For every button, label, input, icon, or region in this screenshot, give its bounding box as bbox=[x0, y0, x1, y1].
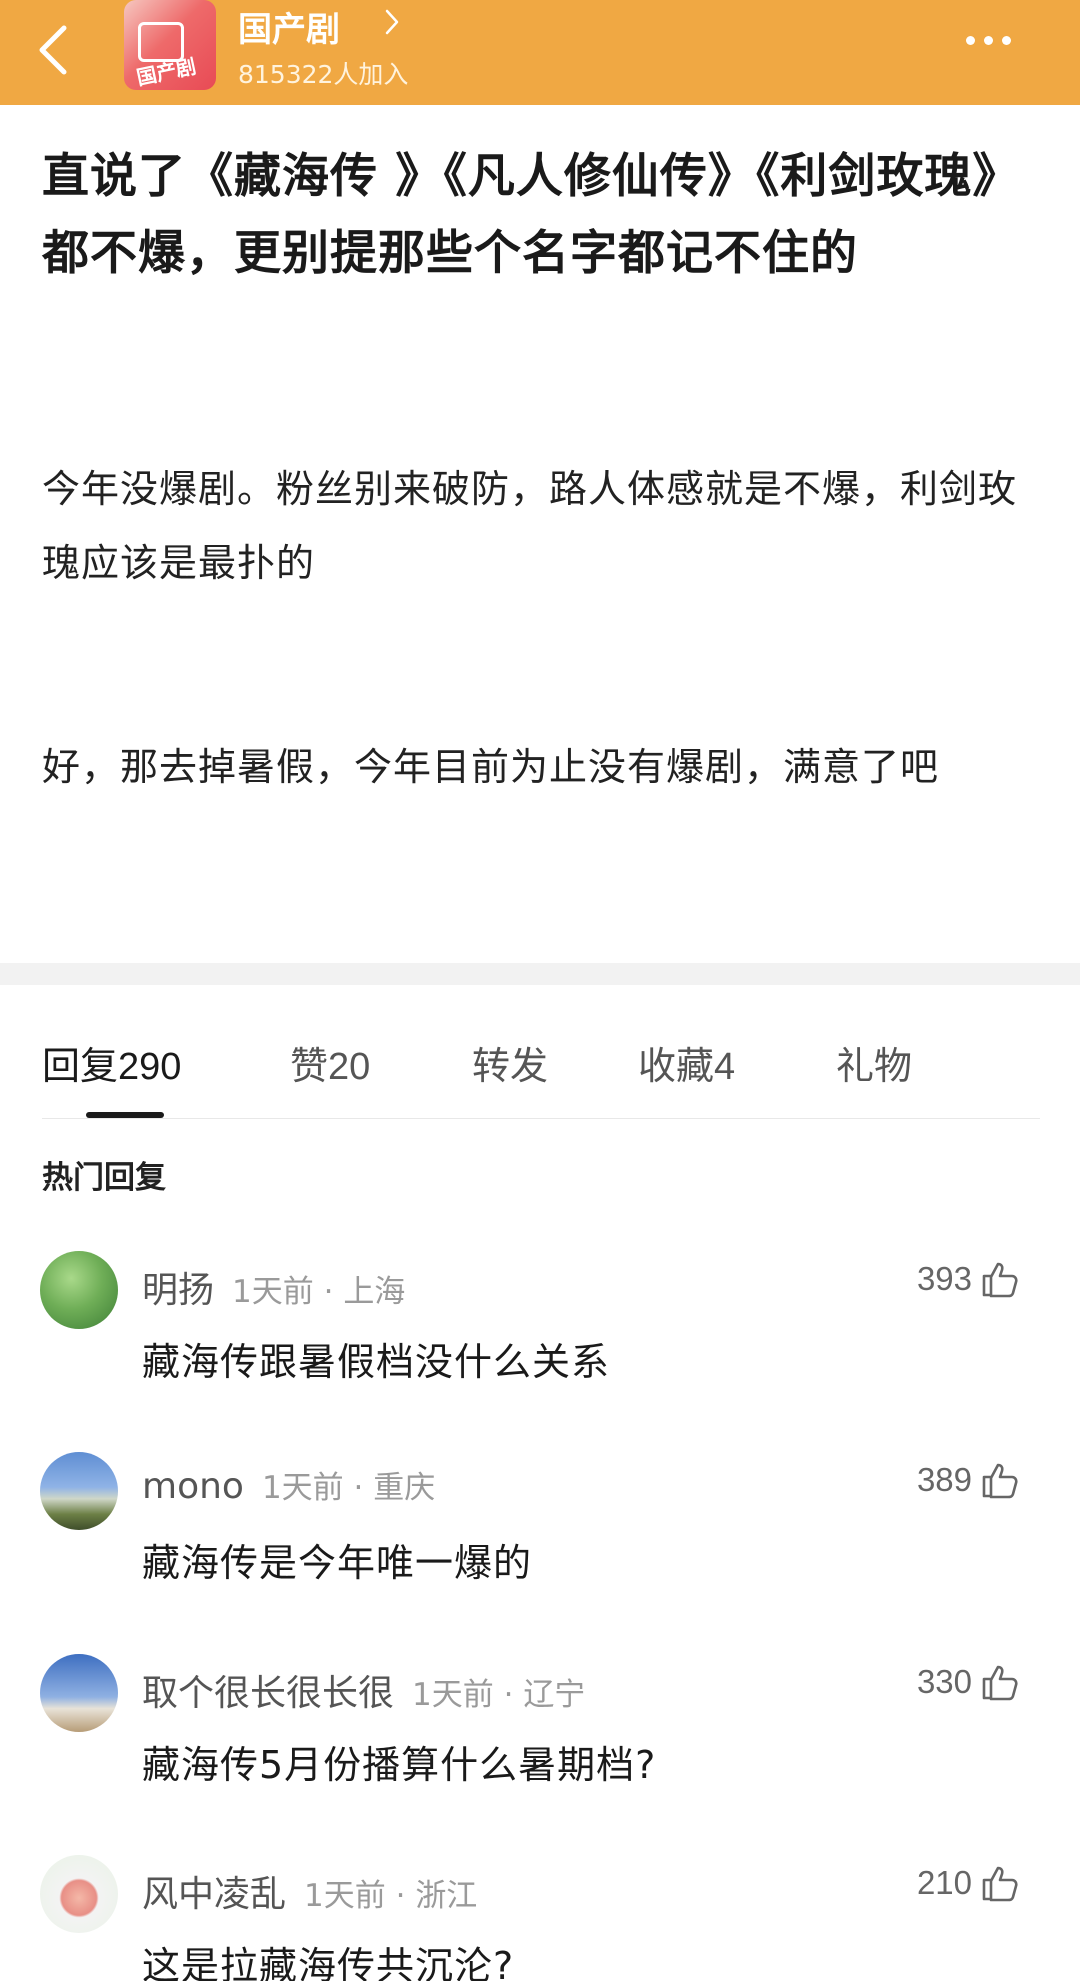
post-title: 直说了《藏海传 》《凡人修仙传》《利剑玫瑰》都不爆，更别提那些个名字都记不住的 bbox=[42, 149, 1021, 281]
like-button[interactable]: 210 bbox=[917, 1863, 1020, 1903]
like-count: 389 bbox=[916, 1461, 972, 1498]
like-count: 393 bbox=[916, 1260, 972, 1297]
like-count: 330 bbox=[916, 1663, 972, 1700]
comment-location: 上海 bbox=[343, 1274, 406, 1310]
tab-replies[interactable]: 回复290 bbox=[42, 1035, 181, 1090]
more-dot bbox=[1002, 36, 1011, 45]
tab-likes[interactable]: 赞20 bbox=[290, 1035, 370, 1090]
more-dot bbox=[984, 36, 993, 45]
comment-time: 1天前 bbox=[232, 1274, 314, 1310]
like-button[interactable]: 330 bbox=[917, 1662, 1020, 1702]
comment-time: 1天前 bbox=[412, 1677, 494, 1713]
tab-label: 赞 bbox=[290, 1044, 329, 1088]
avatar[interactable] bbox=[40, 1251, 118, 1329]
comment-time: 1天前 bbox=[261, 1470, 344, 1506]
thumbs-up-icon bbox=[982, 1463, 1018, 1499]
comment-author[interactable]: 风中凌乱 1天前 · 浙江 bbox=[142, 1865, 477, 1917]
comment-time: 1天前 bbox=[304, 1878, 386, 1914]
tab-label: 回复 bbox=[42, 1044, 119, 1088]
tab-count: 20 bbox=[328, 1046, 371, 1088]
author-name: mono bbox=[142, 1466, 244, 1507]
avatar[interactable] bbox=[40, 1855, 118, 1933]
section-divider bbox=[0, 963, 1080, 985]
avatar[interactable] bbox=[40, 1452, 118, 1530]
comment-item[interactable]: 明扬 1天前 · 上海 藏海传跟暑假档没什么关系 393 bbox=[0, 1251, 1080, 1411]
author-name: 取个很长很长很 bbox=[142, 1673, 395, 1714]
group-name[interactable]: 国产剧 bbox=[238, 2, 340, 51]
tab-favorites[interactable]: 收藏4 bbox=[638, 1035, 735, 1090]
thumbs-up-icon bbox=[982, 1665, 1018, 1701]
author-name: 风中凌乱 bbox=[142, 1874, 287, 1915]
comment-author[interactable]: 明扬 1天前 · 上海 bbox=[142, 1261, 405, 1313]
like-count: 210 bbox=[916, 1864, 972, 1901]
tabs-divider bbox=[42, 1118, 1040, 1119]
post-paragraph: 今年没爆剧。粉丝别来破防，路人体感就是不爆，利剑玫瑰应该是最扑的 bbox=[42, 467, 1018, 585]
comment-author[interactable]: 取个很长很长很 1天前 · 辽宁 bbox=[142, 1664, 585, 1716]
comment-location: 重庆 bbox=[373, 1470, 436, 1506]
action-tabs: 回复290 赞20 转发 收藏4 礼物 bbox=[42, 1035, 1042, 1095]
thumbs-up-icon bbox=[982, 1866, 1018, 1902]
tab-label: 礼物 bbox=[836, 1044, 913, 1088]
comment-text: 藏海传5月份播算什么暑期档? bbox=[142, 1743, 657, 1787]
like-button[interactable]: 393 bbox=[917, 1259, 1020, 1299]
comment-author[interactable]: mono 1天前 · 重庆 bbox=[142, 1462, 435, 1507]
tab-count: 290 bbox=[118, 1046, 182, 1088]
group-member-count: 815322人加入 bbox=[238, 60, 409, 89]
tab-gifts[interactable]: 礼物 bbox=[836, 1035, 912, 1090]
comment-item[interactable]: 风中凌乱 1天前 · 浙江 这是拉藏海传共沉沦? 210 bbox=[0, 1855, 1080, 1981]
comment-item[interactable]: 取个很长很长很 1天前 · 辽宁 藏海传5月份播算什么暑期档? 330 bbox=[0, 1654, 1080, 1814]
comment-text: 藏海传跟暑假档没什么关系 bbox=[142, 1340, 611, 1384]
comment-text: 藏海传是今年唯一爆的 bbox=[142, 1541, 533, 1585]
hot-replies-heading: 热门回复 bbox=[42, 1160, 166, 1196]
group-header: 国产剧 国产剧 815322人加入 bbox=[0, 0, 1080, 105]
comment-item[interactable]: mono 1天前 · 重庆 藏海传是今年唯一爆的 389 bbox=[0, 1452, 1080, 1612]
thumbs-up-icon bbox=[982, 1262, 1018, 1298]
author-name: 明扬 bbox=[142, 1270, 215, 1311]
like-button[interactable]: 389 bbox=[917, 1460, 1020, 1500]
tab-label: 转发 bbox=[472, 1044, 549, 1088]
chevron-right-icon[interactable] bbox=[384, 8, 400, 36]
back-button[interactable] bbox=[28, 20, 78, 80]
comment-text: 这是拉藏海传共沉沦? bbox=[142, 1944, 515, 1981]
more-horizontal-icon bbox=[966, 36, 975, 45]
avatar[interactable] bbox=[40, 1654, 118, 1732]
tab-label: 收藏 bbox=[638, 1044, 715, 1088]
tab-share[interactable]: 转发 bbox=[472, 1035, 548, 1090]
chevron-left-icon bbox=[39, 25, 67, 75]
comment-location: 辽宁 bbox=[523, 1677, 586, 1713]
tab-count: 4 bbox=[714, 1046, 736, 1088]
more-button[interactable] bbox=[966, 36, 1011, 45]
comment-location: 浙江 bbox=[415, 1878, 478, 1914]
post-paragraph: 好，那去掉暑假，今年目前为止没有爆剧，满意了吧 bbox=[42, 745, 940, 789]
group-avatar[interactable]: 国产剧 bbox=[124, 0, 216, 90]
